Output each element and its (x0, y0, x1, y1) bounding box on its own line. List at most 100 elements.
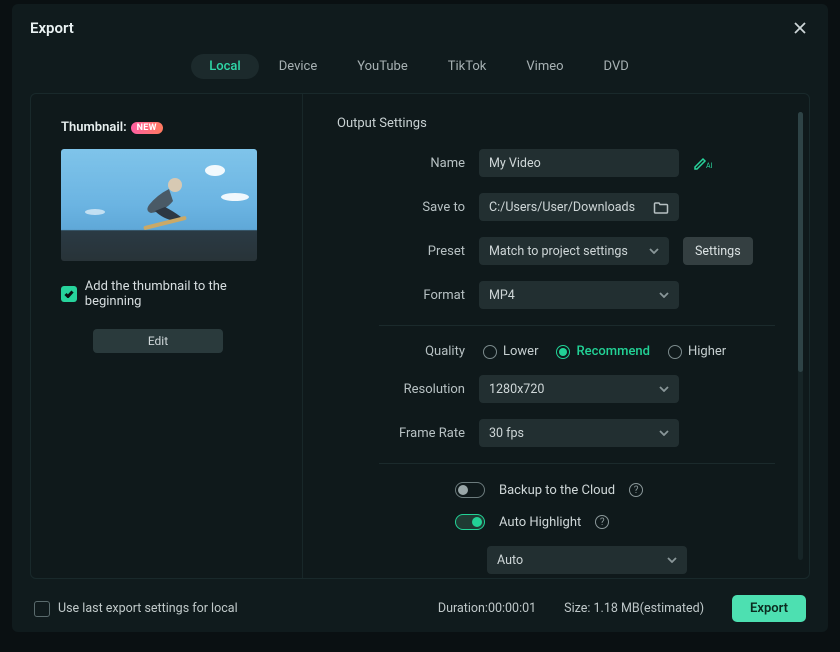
add-thumbnail-row: Add the thumbnail to the beginning (61, 279, 284, 309)
chevron-down-icon (659, 428, 669, 438)
chevron-down-icon (667, 555, 677, 565)
saveto-field[interactable]: C:/Users/User/Downloads (479, 193, 679, 221)
name-field[interactable] (479, 149, 679, 177)
tab-vimeo[interactable]: Vimeo (506, 54, 583, 79)
quality-higher-label: Higher (688, 344, 726, 359)
format-value: MP4 (489, 288, 515, 303)
backup-cloud-label: Backup to the Cloud (499, 483, 615, 498)
size-meta: Size: 1.18 MB(estimated) (564, 601, 704, 616)
ai-name-button[interactable]: AI (693, 155, 713, 171)
close-icon (793, 21, 807, 35)
resolution-value: 1280x720 (489, 382, 544, 397)
duration-value: 00:00:01 (488, 601, 536, 616)
framerate-value: 30 fps (489, 426, 524, 441)
duration-meta: Duration:00:00:01 (438, 601, 536, 616)
framerate-label: Frame Rate (337, 426, 465, 441)
name-label: Name (337, 156, 465, 171)
size-label: Size: (564, 601, 590, 616)
tab-device[interactable]: Device (259, 54, 338, 79)
row-saveto: Save to C:/Users/User/Downloads (337, 193, 775, 221)
dialog-title: Export (30, 19, 74, 37)
row-quality: Quality Lower Recommend Higher (337, 344, 775, 359)
tab-dvd[interactable]: DVD (584, 54, 649, 79)
dialog-body: Thumbnail: NEW Add the thumbnail to th (30, 93, 810, 579)
divider (379, 463, 775, 464)
quality-radio-recommend[interactable]: Recommend (556, 344, 649, 359)
quality-label: Quality (337, 344, 465, 359)
name-input[interactable] (489, 156, 669, 171)
edit-thumbnail-button[interactable]: Edit (93, 329, 223, 353)
backup-help-button[interactable]: ? (629, 483, 643, 497)
preset-select[interactable]: Match to project settings (479, 237, 669, 265)
checkmark-icon (64, 290, 74, 298)
auto-highlight-label: Auto Highlight (499, 515, 581, 530)
autohl-mode-select[interactable]: Auto (487, 546, 687, 574)
tab-youtube[interactable]: YouTube (337, 54, 428, 79)
quality-radio-higher[interactable]: Higher (668, 344, 726, 359)
use-last-settings-checkbox[interactable] (34, 601, 50, 617)
duration-label: Duration: (438, 601, 488, 616)
framerate-select[interactable]: 30 fps (479, 419, 679, 447)
export-tabs: Local Device YouTube TikTok Vimeo DVD (191, 54, 649, 79)
tab-tiktok[interactable]: TikTok (428, 54, 507, 79)
chevron-down-icon (659, 384, 669, 394)
cloud-shape (205, 165, 225, 176)
pencil-ai-icon: AI (693, 155, 713, 171)
row-preset: Preset Match to project settings Setting… (337, 237, 775, 265)
auto-highlight-toggle[interactable] (455, 514, 485, 530)
thumbnail-preview[interactable] (61, 149, 257, 261)
output-settings-title: Output Settings (337, 116, 775, 131)
thumbnail-label: Thumbnail: (61, 120, 127, 135)
chevron-down-icon (649, 246, 659, 256)
dialog-footer: Use last export settings for local Durat… (12, 591, 828, 632)
saveto-value: C:/Users/User/Downloads (489, 200, 635, 215)
add-thumbnail-label: Add the thumbnail to the beginning (85, 279, 284, 309)
row-backup: Backup to the Cloud ? (337, 482, 775, 498)
titlebar: Export (12, 4, 828, 46)
radio-circle-icon (556, 345, 570, 359)
export-button[interactable]: Export (732, 595, 806, 622)
row-framerate: Frame Rate 30 fps (337, 419, 775, 447)
size-value: 1.18 MB(estimated) (594, 601, 705, 616)
row-name: Name AI (337, 149, 775, 177)
quality-radio-lower[interactable]: Lower (483, 344, 538, 359)
preset-settings-button[interactable]: Settings (683, 237, 753, 265)
cloud-shape (221, 193, 249, 201)
close-button[interactable] (790, 18, 810, 38)
radio-circle-icon (483, 345, 497, 359)
radio-circle-icon (668, 345, 682, 359)
autohl-mode-value: Auto (497, 553, 523, 568)
autohl-help-button[interactable]: ? (595, 515, 609, 529)
cloud-shape (85, 209, 105, 215)
new-badge: NEW (131, 122, 163, 134)
scrollbar-thumb[interactable] (798, 112, 803, 372)
saveto-label: Save to (337, 200, 465, 215)
use-last-settings-label: Use last export settings for local (58, 601, 238, 616)
resolution-label: Resolution (337, 382, 465, 397)
add-thumbnail-checkbox[interactable] (61, 286, 77, 302)
browse-folder-button[interactable] (653, 201, 669, 214)
resolution-select[interactable]: 1280x720 (479, 375, 679, 403)
row-format: Format MP4 (337, 281, 775, 309)
output-settings-panel: Output Settings Name AI Save to C:/Users… (303, 94, 809, 578)
format-select[interactable]: MP4 (479, 281, 679, 309)
thumbnail-panel: Thumbnail: NEW Add the thumbnail to th (31, 94, 303, 578)
tab-local[interactable]: Local (191, 54, 259, 79)
divider (379, 325, 775, 326)
thumbnail-heading: Thumbnail: NEW (61, 120, 163, 135)
preset-label: Preset (337, 244, 465, 259)
quality-recommend-label: Recommend (576, 344, 649, 359)
use-last-row: Use last export settings for local (34, 601, 238, 617)
row-autohighlight: Auto Highlight ? (337, 514, 775, 530)
folder-icon (653, 201, 669, 214)
backup-cloud-toggle[interactable] (455, 482, 485, 498)
row-autohl-mode: Auto (345, 546, 775, 574)
export-dialog: Export Local Device YouTube TikTok Vimeo… (12, 4, 828, 632)
quality-lower-label: Lower (503, 344, 538, 359)
format-label: Format (337, 288, 465, 303)
skateboarder-figure (135, 171, 201, 233)
svg-text:AI: AI (706, 162, 713, 170)
chevron-down-icon (659, 290, 669, 300)
quality-radio-group: Lower Recommend Higher (483, 344, 726, 359)
preset-value: Match to project settings (489, 244, 628, 259)
